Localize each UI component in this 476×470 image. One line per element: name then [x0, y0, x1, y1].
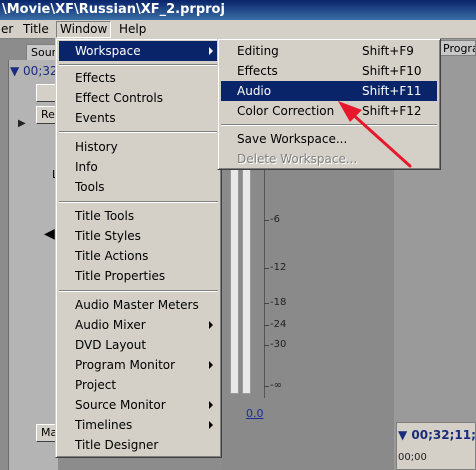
- menu-item-label: Events: [75, 111, 116, 125]
- submenu-arrow-icon: [209, 47, 213, 55]
- menu-item-delete-workspace: Delete Workspace...: [221, 149, 437, 169]
- meter-tick: -18: [263, 297, 287, 308]
- window-menu: Workspace Effects Effect Controls Events…: [55, 38, 222, 458]
- menu-item-events[interactable]: Events: [59, 108, 218, 128]
- menu-item-label: Title Actions: [75, 249, 149, 263]
- meter-tick: -30: [263, 339, 287, 350]
- menu-item-audio[interactable]: Audio Shift+F11: [221, 81, 437, 101]
- menu-item-save-workspace[interactable]: Save Workspace...: [221, 129, 437, 149]
- menu-item-label: Color Correction: [237, 104, 335, 118]
- menu-item-title-styles[interactable]: Title Styles: [59, 226, 218, 246]
- menu-separator: [59, 131, 218, 133]
- menu-item-label: Title Designer: [75, 438, 159, 452]
- menu-item-title-actions[interactable]: Title Actions: [59, 246, 218, 266]
- menu-item-color-correction[interactable]: Color Correction Shift+F12: [221, 101, 437, 121]
- menu-bar: er Title Window Help: [0, 20, 476, 39]
- menu-separator: [59, 290, 218, 292]
- menu-item-tools[interactable]: Tools: [59, 177, 218, 197]
- menu-item-label: Tools: [75, 180, 105, 194]
- menu-edit-partial[interactable]: er: [0, 21, 16, 38]
- menu-item-effects-workspace[interactable]: Effects Shift+F10: [221, 61, 437, 81]
- menu-item-workspace[interactable]: Workspace: [59, 41, 218, 61]
- menu-item-info[interactable]: Info: [59, 157, 218, 177]
- submenu-arrow-icon: [209, 401, 213, 409]
- menu-item-audio-mixer[interactable]: Audio Mixer: [59, 315, 218, 335]
- menu-item-label: Timelines: [75, 418, 133, 432]
- menu-item-label: Effects: [75, 71, 116, 85]
- menu-item-source-monitor[interactable]: Source Monitor: [59, 395, 218, 415]
- menu-window[interactable]: Window: [56, 21, 112, 38]
- menu-item-shortcut: Shift+F12: [362, 104, 422, 118]
- menu-item-project[interactable]: Project: [59, 375, 218, 395]
- menu-item-title-properties[interactable]: Title Properties: [59, 266, 218, 286]
- workspace-submenu: Editing Shift+F9 Effects Shift+F10 Audio…: [217, 38, 441, 170]
- menu-item-label: Title Styles: [75, 229, 141, 243]
- menu-item-shortcut: Shift+F9: [362, 44, 414, 58]
- menu-separator: [59, 201, 218, 203]
- menu-item-label: Info: [75, 160, 98, 174]
- menu-item-label: Title Tools: [75, 209, 135, 223]
- meter-value-link[interactable]: 0.0: [246, 407, 264, 420]
- menu-item-dvd-layout[interactable]: DVD Layout: [59, 335, 218, 355]
- menu-item-label: Audio: [237, 84, 272, 98]
- menu-item-label: Effect Controls: [75, 91, 163, 105]
- submenu-arrow-icon: [209, 361, 213, 369]
- program-tab[interactable]: Program: [440, 40, 476, 56]
- meter-tick: -12: [263, 262, 287, 273]
- meter-tick: -6: [264, 214, 280, 225]
- menu-item-label: Delete Workspace...: [237, 152, 358, 166]
- menu-item-label: History: [75, 140, 118, 154]
- menu-item-history[interactable]: History: [59, 137, 218, 157]
- menu-item-label: Audio Mixer: [75, 318, 146, 332]
- window-title: \Movie\XF\Russian\XF_2.prproj: [2, 2, 225, 17]
- menu-item-shortcut: Shift+F11: [362, 84, 422, 98]
- menu-title[interactable]: Title: [20, 21, 52, 38]
- meter-tick: -24: [263, 319, 287, 330]
- meter-tick: -∞: [264, 380, 282, 391]
- menu-item-program-monitor[interactable]: Program Monitor: [59, 355, 218, 375]
- menu-item-label: Title Properties: [75, 269, 166, 283]
- expand-triangle-icon[interactable]: ▶: [18, 118, 26, 129]
- menu-item-audio-master-meters[interactable]: Audio Master Meters: [59, 295, 218, 315]
- menu-item-shortcut: Shift+F10: [362, 64, 422, 78]
- menu-item-title-tools[interactable]: Title Tools: [59, 206, 218, 226]
- window-title-bar: \Movie\XF\Russian\XF_2.prproj: [0, 0, 476, 20]
- menu-help[interactable]: Help: [116, 21, 149, 38]
- menu-item-title-designer[interactable]: Title Designer: [59, 435, 218, 455]
- timeline-timecode-value: 00;32;11;1: [411, 428, 476, 442]
- menu-item-label: Audio Master Meters: [75, 298, 199, 312]
- menu-separator: [59, 64, 218, 66]
- menu-item-label: Workspace: [75, 44, 141, 58]
- meter-scale-line: [264, 160, 265, 398]
- menu-item-editing[interactable]: Editing Shift+F9: [221, 41, 437, 61]
- menu-item-effect-controls[interactable]: Effect Controls: [59, 88, 218, 108]
- submenu-arrow-icon: [209, 321, 213, 329]
- menu-item-label: Effects: [237, 64, 278, 78]
- timeline-timecode[interactable]: ▼ 00;32;11;1: [398, 428, 476, 442]
- menu-item-label: Project: [75, 378, 117, 392]
- submenu-arrow-icon: [209, 421, 213, 429]
- menu-item-label: Program Monitor: [75, 358, 176, 372]
- menu-item-label: Editing: [237, 44, 279, 58]
- menu-item-label: Save Workspace...: [237, 132, 348, 146]
- menu-item-label: Source Monitor: [75, 398, 166, 412]
- menu-separator: [221, 124, 437, 126]
- menu-item-label: DVD Layout: [75, 338, 147, 352]
- menu-item-timelines[interactable]: Timelines: [59, 415, 218, 435]
- speaker-icon[interactable]: ◀: [44, 226, 55, 242]
- timeline-ruler-label: 00;00: [398, 452, 427, 463]
- menu-item-effects[interactable]: Effects: [59, 68, 218, 88]
